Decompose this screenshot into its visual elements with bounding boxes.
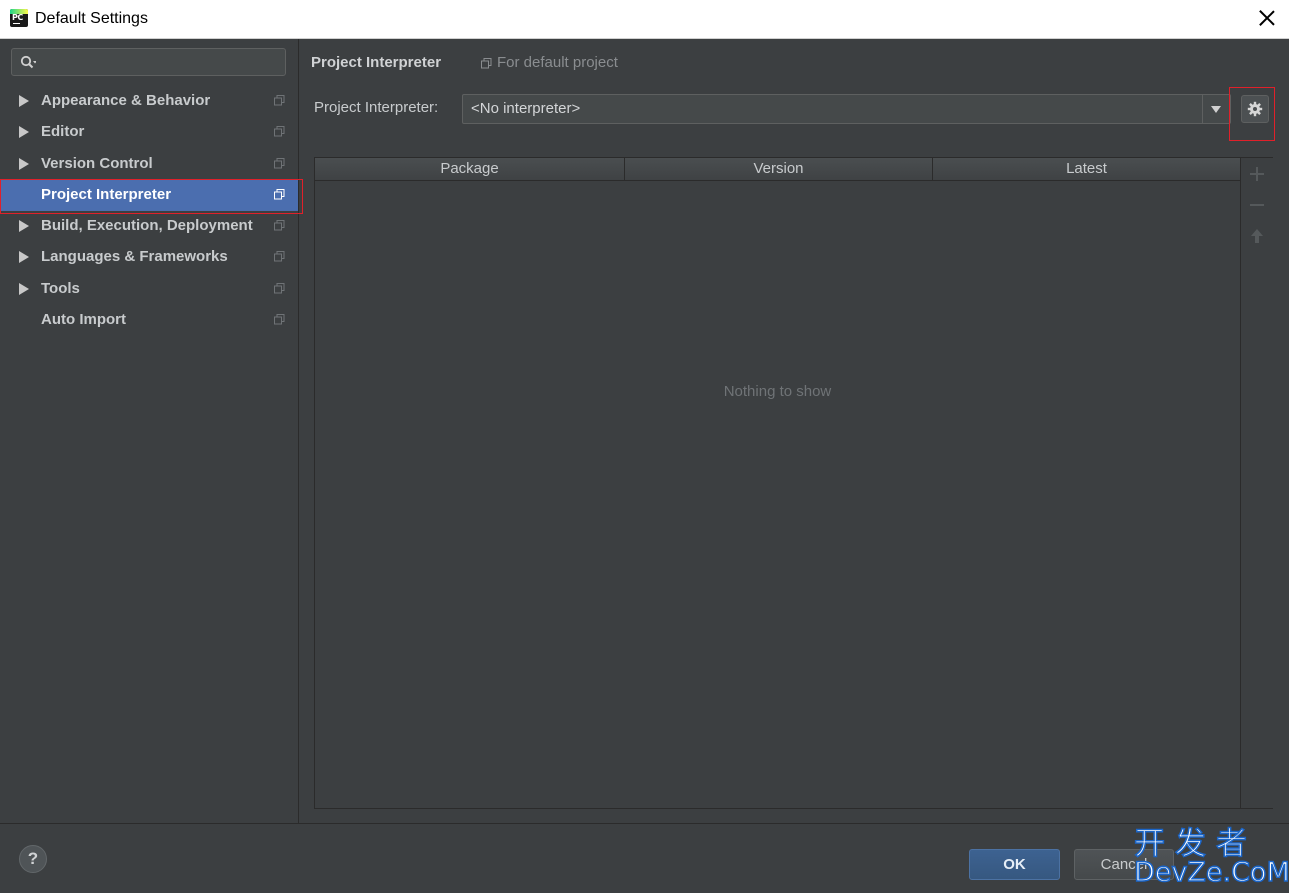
interpreter-label: Project Interpreter: — [314, 99, 439, 116]
expand-arrow-icon[interactable] — [19, 220, 29, 232]
expand-arrow-icon[interactable] — [19, 95, 29, 107]
watermark-logo: 开发者 DevZe.CoM — [1133, 826, 1289, 891]
sidebar-item-build-execution-deployment[interactable]: Build, Execution, Deployment — [0, 211, 298, 242]
column-header-package[interactable]: Package — [315, 160, 624, 177]
table-header: Package Version Latest — [315, 158, 1240, 181]
project-scope-icon — [481, 58, 492, 69]
settings-sidebar: Appearance & Behavior Editor Version Con… — [0, 39, 299, 823]
sidebar-item-label: Build, Execution, Deployment — [41, 217, 253, 234]
watermark-line-1: 开发者 — [1133, 826, 1257, 862]
sidebar-item-label: Version Control — [41, 155, 153, 172]
packages-table: Package Version Latest Nothing to show — [314, 157, 1273, 809]
expand-arrow-icon[interactable] — [19, 126, 29, 138]
empty-table-text: Nothing to show — [723, 383, 832, 400]
chevron-down-icon[interactable] — [1211, 106, 1221, 113]
sidebar-item-label: Tools — [41, 280, 80, 297]
ok-button[interactable]: OK — [969, 849, 1060, 880]
sidebar-item-label: Languages & Frameworks — [41, 248, 228, 265]
highlight-outline-gear — [1229, 87, 1275, 141]
package-toolbar — [1240, 158, 1273, 808]
sidebar-item-label: Appearance & Behavior — [41, 92, 211, 109]
project-scope-icon — [274, 314, 285, 325]
page-title: Project Interpreter — [311, 54, 442, 71]
project-scope-icon — [274, 283, 285, 294]
interpreter-dropdown[interactable]: <No interpreter> — [462, 94, 1231, 124]
upgrade-arrow-icon[interactable] — [1248, 227, 1266, 245]
column-header-latest[interactable]: Latest — [933, 160, 1240, 177]
watermark-line-2: DevZe.CoM — [1133, 857, 1289, 889]
sidebar-item-languages-frameworks[interactable]: Languages & Frameworks — [0, 242, 298, 273]
help-button[interactable]: ? — [19, 845, 47, 873]
app-icon-text: PC — [12, 13, 23, 22]
expand-arrow-icon[interactable] — [19, 158, 29, 170]
title-bar: PC Default Settings — [0, 0, 1289, 39]
sidebar-item-editor[interactable]: Editor — [0, 117, 298, 148]
sidebar-item-version-control[interactable]: Version Control — [0, 149, 298, 180]
project-scope-icon — [274, 220, 285, 231]
sidebar-item-auto-import[interactable]: Auto Import — [0, 305, 298, 336]
project-scope-icon — [274, 126, 285, 137]
close-icon[interactable] — [1257, 8, 1277, 28]
sidebar-item-appearance-behavior[interactable]: Appearance & Behavior — [0, 86, 298, 117]
sidebar-item-tools[interactable]: Tools — [0, 274, 298, 305]
pycharm-app-icon: PC — [10, 9, 28, 27]
project-scope-icon — [274, 158, 285, 169]
plus-icon[interactable] — [1248, 165, 1266, 183]
project-scope-icon — [274, 95, 285, 106]
search-input[interactable] — [11, 48, 286, 76]
interpreter-value: <No interpreter> — [471, 100, 581, 117]
scope-label: For default project — [497, 54, 618, 71]
dialog-footer: ? OK Cancel 开发者 DevZe.CoM — [0, 823, 1289, 893]
minus-icon[interactable] — [1248, 196, 1266, 214]
window-title: Default Settings — [35, 10, 148, 27]
column-header-version[interactable]: Version — [625, 160, 932, 177]
sidebar-item-label: Editor — [41, 123, 85, 140]
expand-arrow-icon[interactable] — [19, 283, 29, 295]
expand-arrow-icon[interactable] — [19, 251, 29, 263]
main-panel: Project Interpreter For default project … — [299, 39, 1289, 823]
dropdown-divider — [1202, 95, 1203, 123]
project-scope-icon — [274, 251, 285, 262]
highlight-outline-sidebar — [0, 179, 303, 214]
sidebar-item-label: Auto Import — [41, 311, 126, 328]
search-icon — [20, 55, 36, 69]
